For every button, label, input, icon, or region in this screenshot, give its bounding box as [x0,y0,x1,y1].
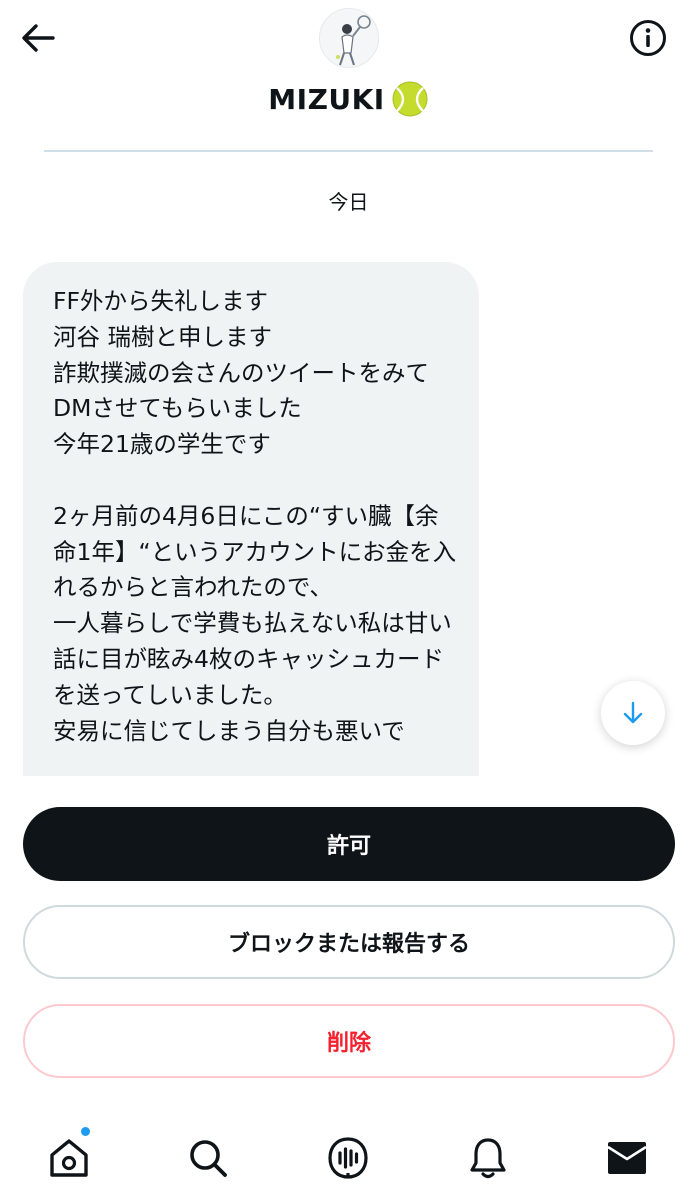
tennis-player-avatar-icon [320,9,378,67]
spaces-icon [328,1137,368,1179]
avatar[interactable] [319,8,379,68]
scroll-to-bottom-button[interactable] [601,681,665,745]
nav-spaces[interactable] [318,1128,378,1188]
block-or-report-button[interactable]: ブロックまたは報告する [23,905,675,979]
home-icon [50,1139,88,1177]
title-row: MIZUKI [0,78,697,120]
nav-home[interactable] [39,1126,99,1188]
conversation-info-button[interactable] [629,19,667,57]
allow-button[interactable]: 許可 [23,807,675,881]
bottom-navigation [0,1110,697,1200]
nav-notifications[interactable] [458,1128,518,1188]
back-button[interactable] [18,18,58,58]
conversation-header: MIZUKI [0,0,697,130]
back-arrow-icon [22,24,55,52]
notifications-icon [470,1138,506,1179]
info-icon [630,20,666,56]
search-icon [190,1140,227,1177]
delete-button[interactable]: 削除 [23,1004,675,1078]
header-divider [44,150,653,152]
arrow-down-icon [623,701,643,724]
messages-icon [607,1142,647,1174]
tennis-ball-icon [392,81,428,117]
nav-messages[interactable] [597,1128,657,1188]
date-separator: 今日 [328,190,369,214]
message-bubble[interactable]: FF外から失礼します 河谷 瑞樹と申します 詐欺撲滅の会さんのツイートをみてDM… [23,262,479,822]
notification-dot [80,1126,91,1137]
conversation-title: MIZUKI [268,82,385,116]
nav-search[interactable] [178,1128,238,1188]
message-text: FF外から失礼します 河谷 瑞樹と申します 詐欺撲滅の会さんのツイートをみてDM… [53,287,457,745]
